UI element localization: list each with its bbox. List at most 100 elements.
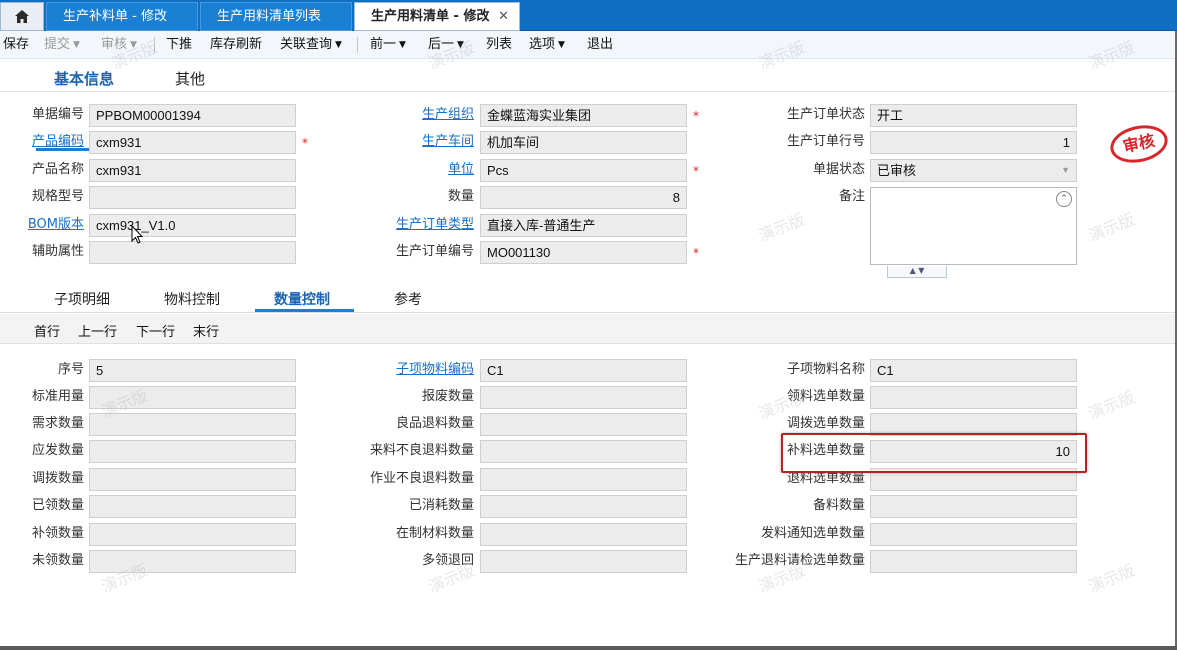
link-query-button[interactable]: 关联查询 ▼ [280,35,342,55]
window-border-bottom [0,646,1177,650]
bom-version-label[interactable]: BOM版本 [0,214,84,236]
qty-field-input[interactable]: C1 [480,359,687,382]
watermark: 演示版 [1085,387,1138,424]
doc-no-field[interactable]: PPBOM00001394 [89,104,296,127]
tab-basic-info[interactable]: 基本信息 [54,68,114,89]
prev-button[interactable]: 前一 ▼ [370,35,406,55]
spec-field[interactable] [89,186,296,209]
qty-field-input[interactable] [480,523,687,546]
qty-field-input[interactable] [480,550,687,573]
tab-other[interactable]: 其他 [175,68,205,89]
qty-field-label: 调拨数量 [31,471,84,486]
qty-field-label: 发料通知选单数量 [760,526,865,541]
qty-field-label: 报废数量 [421,389,474,404]
qty-field-input[interactable] [480,413,687,436]
tab-material-control[interactable]: 物料控制 [164,289,220,309]
active-tab-underline [255,309,354,312]
qty-label: 数量 [447,189,474,204]
remark-textarea[interactable]: ⌃ [870,187,1077,265]
qty-field-input[interactable] [870,550,1077,573]
qty-field-input[interactable] [870,523,1077,546]
order-no-label: 生产订单编号 [395,244,474,259]
qty-field-input[interactable] [870,386,1077,409]
qty-field-input[interactable] [89,413,296,436]
doc-status-label: 单据状态 [812,162,865,177]
prev-row-button[interactable]: 上一行 [78,321,117,340]
audited-stamp: 审核 [1106,120,1172,168]
doc-no-label: 单据编号 [31,107,84,122]
order-status-field[interactable]: 开工 [870,104,1077,127]
highlight-box [781,433,1087,473]
home-button[interactable] [0,2,44,31]
qty-field-input[interactable] [480,386,687,409]
options-button[interactable]: 选项 ▼ [529,35,565,55]
qty-field-input[interactable] [480,495,687,518]
remark-label: 备注 [838,189,865,204]
doc-status-select[interactable]: 已审核 ▼ [870,159,1077,182]
home-icon [15,10,29,23]
stock-refresh-button[interactable]: 库存刷新 [210,35,262,55]
tab-reference[interactable]: 参考 [394,289,422,309]
unit-label[interactable]: 单位 [370,159,474,181]
detail-tabs: 子项明细 物料控制 数量控制 参考 [0,284,1177,313]
bom-version-field[interactable]: cxm931_V1.0 [89,214,296,237]
qty-field-input[interactable] [480,440,687,463]
workshop-field[interactable]: 机加车间 [480,131,687,154]
qty-field-input[interactable] [89,523,296,546]
save-button[interactable]: 保存 [3,35,29,55]
order-type-field[interactable]: 直接入库-普通生产 [480,214,687,237]
unit-field[interactable]: Pcs [480,159,687,182]
next-button[interactable]: 后一 ▼ [428,35,464,55]
audit-button[interactable]: 审核 ▼ [101,35,137,55]
aux-attr-field[interactable] [89,241,296,264]
tab-bom-edit[interactable]: 生产用料清单 - 修改 ✕ [354,2,520,31]
org-label[interactable]: 生产组织 [370,104,474,126]
qty-field-label: 子项物料名称 [786,362,865,377]
push-down-button[interactable]: 下推 [166,35,192,55]
qty-field-label: 已领数量 [31,498,84,513]
exit-button[interactable]: 退出 [587,35,613,55]
next-row-button[interactable]: 下一行 [136,321,175,340]
qty-field-label: 备料数量 [812,498,865,513]
submit-button[interactable]: 提交 ▼ [44,35,80,55]
options-label: 选项 [529,37,556,52]
workshop-label[interactable]: 生产车间 [370,131,474,153]
tab-label: 生产用料清单列表 [217,9,322,24]
qty-field-input[interactable] [89,386,296,409]
order-type-label[interactable]: 生产订单类型 [370,214,474,236]
product-name-field[interactable]: cxm931 [89,159,296,182]
required-mark: * [693,246,699,260]
collapse-toggle[interactable]: ▲ ▼ [887,266,947,278]
tab-bom-list[interactable]: 生产用料清单列表 [200,2,352,31]
watermark: 演示版 [755,209,808,246]
tab-replenish-edit[interactable]: 生产补料单 - 修改 [46,2,198,31]
qty-field-label: 领料选单数量 [786,389,865,404]
qty-field-input[interactable] [89,495,296,518]
qty-field-label[interactable]: 子项物料编码 [340,359,474,381]
org-field[interactable]: 金蝶蓝海实业集团 [480,104,687,127]
row-nav-bar: 首行 上一行 下一行 末行 [0,314,1177,344]
tab-items[interactable]: 子项明细 [54,289,110,309]
qty-field-input[interactable]: 5 [89,359,296,382]
order-line-field[interactable]: 1 [870,131,1077,154]
last-row-button[interactable]: 末行 [193,321,219,340]
tab-qty-control[interactable]: 数量控制 [274,289,330,309]
list-button[interactable]: 列表 [486,35,512,55]
expand-icon[interactable]: ⌃ [1056,191,1072,207]
qty-field-input[interactable] [89,550,296,573]
close-tab-icon[interactable]: ✕ [498,3,509,30]
product-code-field[interactable]: cxm931 [89,131,296,154]
qty-field-input[interactable] [480,468,687,491]
qty-field-label: 来料不良退料数量 [369,443,474,458]
watermark: 演示版 [1085,560,1138,597]
order-no-field[interactable]: MO001130 [480,241,687,264]
doc-status-value: 已审核 [877,163,917,178]
qty-field-input[interactable] [89,440,296,463]
caret-down-icon: ▼ [399,40,406,50]
product-code-label[interactable]: 产品编码 [0,131,84,153]
qty-field-input[interactable] [89,468,296,491]
qty-field[interactable]: 8 [480,186,687,209]
first-row-button[interactable]: 首行 [34,321,60,340]
qty-field-input[interactable]: C1 [870,359,1077,382]
qty-field-input[interactable] [870,495,1077,518]
